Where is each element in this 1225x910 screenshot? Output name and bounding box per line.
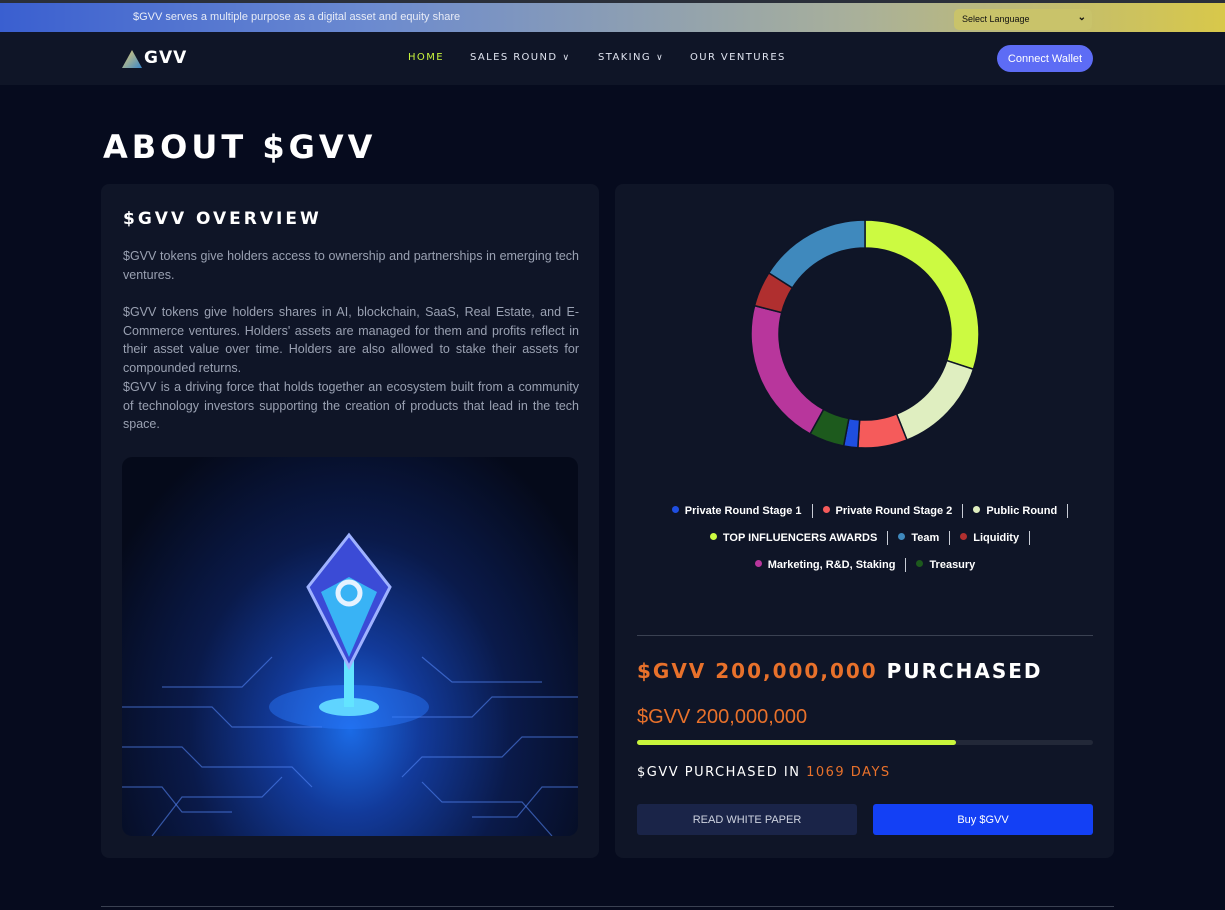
nav-sales-round-label: SALES ROUND — [470, 52, 558, 63]
nav-our-ventures[interactable]: OUR VENTURES — [690, 52, 786, 63]
chevron-down-icon: ∨ — [562, 53, 571, 63]
donut-slice[interactable] — [895, 359, 975, 441]
purchased-heading: $GVV 200,000,000 PURCHASED — [637, 659, 1043, 683]
chart-legend: Private Round Stage 1 Private Round Stage… — [637, 498, 1093, 579]
logo-text: GVV — [144, 48, 188, 68]
nav-staking-label: STAKING — [598, 52, 652, 63]
legend-label: Liquidity — [973, 532, 1020, 544]
nav-home[interactable]: HOME — [408, 52, 444, 63]
legend-dot — [898, 533, 906, 540]
legend-item: Team — [888, 531, 951, 545]
chevron-down-icon: ∨ — [656, 53, 665, 63]
site-logo[interactable]: GVV — [122, 48, 187, 68]
page-title: ABOUT $GVV — [103, 128, 377, 166]
purchased-word: PURCHASED — [886, 659, 1043, 683]
legend-item: Private Round Stage 2 — [813, 504, 964, 518]
legend-item: Liquidity — [950, 531, 1031, 545]
donut-slice[interactable] — [767, 219, 866, 289]
overview-paragraph: $GVV is a driving force that holds toget… — [123, 380, 579, 432]
location-pin-illustration — [122, 457, 578, 836]
sale-progress-fill — [637, 740, 957, 745]
legend-dot — [822, 506, 830, 513]
divider — [637, 635, 1093, 636]
legend-label: TOP INFLUENCERS AWARDS — [722, 532, 878, 544]
donut-slice[interactable] — [864, 219, 980, 371]
legend-item: Marketing, R&D, Staking — [745, 558, 907, 572]
tokenomics-card: Private Round Stage 1 Private Round Stage… — [615, 184, 1114, 858]
legend-dot — [916, 560, 924, 567]
legend-dot — [960, 533, 968, 540]
allocation-donut-chart — [735, 204, 995, 464]
announcement-text: $GVV serves a multiple purpose as a digi… — [133, 11, 461, 23]
legend-row: Marketing, R&D, Staking Treasury — [637, 552, 1093, 579]
purchased-in-text: $GVV PURCHASED IN 1069 DAYS — [637, 765, 891, 780]
overview-card: $GVV OVERVIEW $GVV tokens give holders a… — [101, 184, 599, 858]
nav-staking[interactable]: STAKING ∨ — [598, 52, 664, 63]
legend-dot — [671, 506, 679, 513]
donut-slice[interactable] — [750, 304, 825, 435]
legend-item: Treasury — [906, 558, 985, 572]
language-select-label: Select Language — [962, 14, 1030, 24]
purchased-amount: $GVV 200,000,000 — [637, 659, 878, 683]
announcement-bar: $GVV serves a multiple purpose as a digi… — [0, 0, 1225, 32]
circuit-pin-graphic — [122, 532, 578, 836]
legend-item: TOP INFLUENCERS AWARDS — [700, 531, 889, 545]
legend-dot — [973, 506, 981, 513]
purchased-in-label: $GVV PURCHASED IN — [637, 765, 801, 780]
overview-paragraph: $GVV tokens give holders access to owner… — [123, 249, 579, 282]
donut-svg — [750, 219, 980, 449]
legend-dot — [754, 560, 762, 567]
legend-dot — [709, 533, 717, 540]
legend-item: Private Round Stage 1 — [662, 504, 813, 518]
legend-label: Private Round Stage 2 — [835, 505, 953, 517]
legend-item: Public Round — [963, 504, 1069, 518]
logo-icon — [122, 50, 142, 68]
sale-amount: $GVV 200,000,000 — [637, 706, 808, 728]
nav-our-ventures-label: OUR VENTURES — [690, 52, 786, 63]
section-divider — [101, 906, 1114, 907]
nav-home-label: HOME — [408, 52, 444, 63]
legend-row: Private Round Stage 1 Private Round Stage… — [637, 498, 1093, 525]
buy-gvv-button[interactable]: Buy $GVV — [873, 804, 1093, 835]
overview-paragraph: $GVV tokens give holders shares in AI, b… — [123, 305, 579, 376]
legend-label: Private Round Stage 1 — [684, 505, 802, 517]
purchased-days: 1069 DAYS — [806, 765, 891, 780]
legend-label: Public Round — [986, 505, 1058, 517]
chevron-down-icon: ⌄ — [1077, 12, 1086, 23]
connect-wallet-button[interactable]: Connect Wallet — [997, 45, 1093, 72]
read-white-paper-button[interactable]: READ WHITE PAPER — [637, 804, 857, 835]
legend-label: Marketing, R&D, Staking — [767, 559, 896, 571]
legend-label: Team — [911, 532, 940, 544]
language-select[interactable]: Select Language ⌄ — [954, 9, 1092, 30]
overview-title: $GVV OVERVIEW — [123, 209, 322, 229]
legend-label: Treasury — [929, 559, 976, 571]
nav-sales-round[interactable]: SALES ROUND ∨ — [470, 52, 571, 63]
legend-row: TOP INFLUENCERS AWARDS Team Liquidity — [637, 525, 1093, 552]
sale-progress-bar — [637, 740, 1093, 745]
